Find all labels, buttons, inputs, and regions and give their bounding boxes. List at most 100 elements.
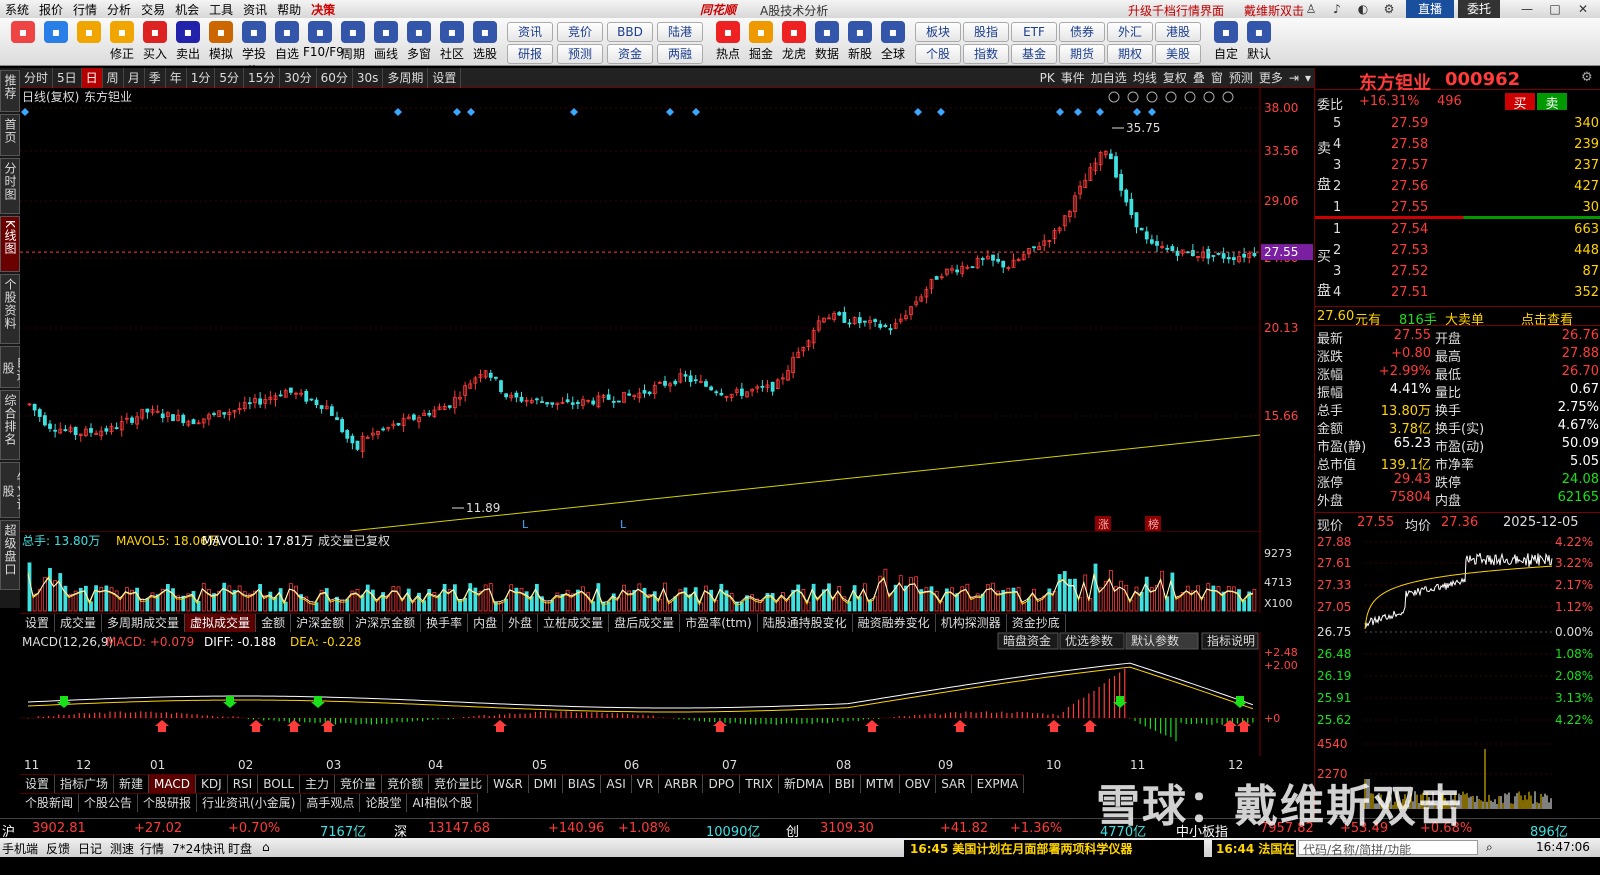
- indicator-tab[interactable]: MACD: [149, 775, 197, 793]
- indicator-tab[interactable]: 沪深京金额: [350, 614, 422, 632]
- live-button[interactable]: 直播: [1406, 0, 1454, 18]
- toolbar-small-button[interactable]: 资金: [607, 44, 653, 64]
- period-tab[interactable]: 30s: [353, 67, 384, 88]
- status-item[interactable]: 反馈: [46, 840, 70, 857]
- indicator-tab[interactable]: 新建: [114, 775, 150, 793]
- order-book-row[interactable]: 5 27.59 340: [1315, 114, 1600, 134]
- order-book-row[interactable]: 3 27.57 237: [1315, 156, 1600, 176]
- indicator-tab[interactable]: 个股研报: [138, 794, 198, 812]
- indicator-tab[interactable]: 新DMA: [779, 775, 830, 793]
- menu-item[interactable]: 分析: [102, 1, 136, 18]
- search-icon[interactable]: ⌕: [1486, 840, 1493, 855]
- toolbar-button[interactable]: ▪ 多窗: [402, 21, 436, 62]
- period-tab[interactable]: 设置: [428, 67, 462, 88]
- period-tab[interactable]: 年: [166, 67, 187, 88]
- toolbar-button[interactable]: ▪ 掘金: [744, 21, 778, 62]
- fullscreen-icon[interactable]: ⇥: [1286, 68, 1302, 88]
- order-book-row[interactable]: 1 27.54 663: [1315, 220, 1600, 240]
- period-right-button[interactable]: 复权: [1160, 68, 1190, 88]
- indicator-tab[interactable]: SAR: [936, 775, 972, 793]
- order-book-row[interactable]: 1 27.55 30: [1315, 198, 1600, 218]
- status-item[interactable]: 测速: [110, 840, 134, 857]
- menu-item[interactable]: 工具: [204, 1, 238, 18]
- toolbar-button[interactable]: ▪ 买入: [138, 21, 172, 62]
- period-tab[interactable]: 多周期: [383, 67, 429, 88]
- toolbar-small-button[interactable]: 期货: [1059, 44, 1105, 64]
- toolbar-button[interactable]: ▪ 龙虎: [777, 21, 811, 62]
- toolbar-small-button[interactable]: 预测: [557, 44, 603, 64]
- event-mark-label[interactable]: 涨: [1098, 518, 1109, 531]
- left-tab[interactable]: 首页: [0, 114, 20, 156]
- user-icon[interactable]: ♙: [1300, 0, 1322, 18]
- indicator-tab[interactable]: 陆股通持股变化: [758, 614, 853, 632]
- toolbar-small-button[interactable]: 个股: [915, 44, 961, 64]
- menu-item[interactable]: 资讯: [238, 1, 272, 18]
- toolbar-button[interactable]: ▪: [72, 21, 106, 45]
- toolbar-button[interactable]: ▪ 新股: [843, 21, 877, 62]
- toolbar-button[interactable]: ▪ 自选: [270, 21, 304, 62]
- toolbar-small-button[interactable]: 外汇: [1107, 22, 1153, 42]
- volume-svg[interactable]: 总手: 13.80万 MAVOL5: 18.06万MAVOL10: 17.81万成…: [20, 530, 1314, 613]
- left-tab[interactable]: 推荐: [0, 70, 20, 112]
- indicator-tab[interactable]: 成交量: [55, 614, 103, 632]
- indicator-tab[interactable]: AI相似个股: [407, 794, 479, 812]
- order-book-row[interactable]: 4 27.51 352: [1315, 283, 1600, 303]
- period-tab[interactable]: 日: [81, 67, 103, 88]
- toolbar-button[interactable]: ▪: [39, 21, 73, 45]
- menu-item[interactable]: 机会: [170, 1, 204, 18]
- menu-item[interactable]: 系统: [0, 1, 34, 18]
- indicator-tab[interactable]: 多周期成交量: [102, 614, 186, 632]
- toolbar-small-button[interactable]: 板块: [915, 22, 961, 42]
- indicator-tab[interactable]: RSI: [228, 775, 259, 793]
- toolbar-small-button[interactable]: 美股: [1155, 44, 1201, 64]
- search-input[interactable]: 代码/名称/简拼/功能: [1298, 840, 1478, 857]
- event-mark-label[interactable]: L: [620, 518, 627, 531]
- toolbar-small-button[interactable]: BBD: [607, 22, 653, 42]
- indicator-tab[interactable]: DMI: [529, 775, 563, 793]
- news-ticker[interactable]: 16:45 美国计划在月面部署两项科学仪器: [904, 840, 1204, 857]
- dropdown-icon[interactable]: ▾: [1302, 68, 1314, 88]
- period-tab[interactable]: 30分: [280, 67, 317, 88]
- indicator-tab[interactable]: 高手观点: [301, 794, 361, 812]
- toolbar-small-button[interactable]: 港股: [1155, 22, 1201, 42]
- indicator-tab[interactable]: 市盈率(ttm): [680, 614, 758, 632]
- indicator-tab[interactable]: 主力: [300, 775, 336, 793]
- period-right-button[interactable]: 叠: [1190, 68, 1208, 88]
- status-item[interactable]: 7*24快讯: [172, 840, 225, 857]
- macd-svg[interactable]: MACD(12,26,9)MACD: +0.079 DIFF: -0.188 DEA…: [20, 632, 1314, 756]
- order-book-row[interactable]: 3 27.52 87: [1315, 262, 1600, 282]
- toolbar-button[interactable]: ▪ 默认: [1242, 21, 1276, 62]
- toolbar-button[interactable]: ▪ 热点: [711, 21, 745, 62]
- left-tab[interactable]: 自选股: [0, 346, 29, 388]
- toolbar-button[interactable]: ▪ 模拟: [204, 21, 238, 62]
- indicator-tab[interactable]: 设置: [20, 614, 56, 632]
- menu-item[interactable]: 报价: [34, 1, 68, 18]
- indicator-tab[interactable]: 行业资讯(小金属): [197, 794, 302, 812]
- indicator-tab[interactable]: 指标广场: [55, 775, 115, 793]
- maximize-icon[interactable]: □: [1544, 0, 1566, 18]
- toolbar-button[interactable]: ▪ 选股: [468, 21, 502, 62]
- indicator-tab[interactable]: ASI: [601, 775, 632, 793]
- left-tab[interactable]: 牛叉诊股: [0, 462, 29, 518]
- menu-item[interactable]: 交易: [136, 1, 170, 18]
- indicator-tab[interactable]: OBV: [900, 775, 937, 793]
- toolbar-button[interactable]: ▪ F10/F9: [303, 21, 344, 59]
- indicator-tab[interactable]: BOLL: [258, 775, 301, 793]
- big-order-row[interactable]: 27.60 元有 816手 大卖单 点击查看: [1315, 306, 1600, 328]
- period-right-button[interactable]: 加自选: [1088, 68, 1130, 88]
- toolbar-button[interactable]: ▪ 卖出: [171, 21, 205, 62]
- indicator-tab[interactable]: 机构探测器: [936, 614, 1007, 632]
- indicator-tab[interactable]: 融资融券变化: [853, 614, 936, 632]
- toolbar-small-button[interactable]: 陆港: [657, 22, 703, 42]
- status-item[interactable]: 行情: [140, 840, 164, 857]
- left-tab[interactable]: 超级盘口: [0, 520, 20, 590]
- toolbar-small-button[interactable]: 基金: [1011, 44, 1057, 64]
- toolbar-button[interactable]: ▪ 周期: [336, 21, 370, 62]
- period-tab[interactable]: 60分: [317, 67, 353, 88]
- indicator-tab[interactable]: 内盘: [468, 614, 504, 632]
- indicator-tab[interactable]: 个股公告: [79, 794, 139, 812]
- settings-icon[interactable]: ⚙: [1378, 0, 1400, 18]
- toolbar-small-button[interactable]: 股指: [963, 22, 1009, 42]
- period-tab[interactable]: 分时: [20, 67, 54, 88]
- period-tab[interactable]: 季: [145, 67, 166, 88]
